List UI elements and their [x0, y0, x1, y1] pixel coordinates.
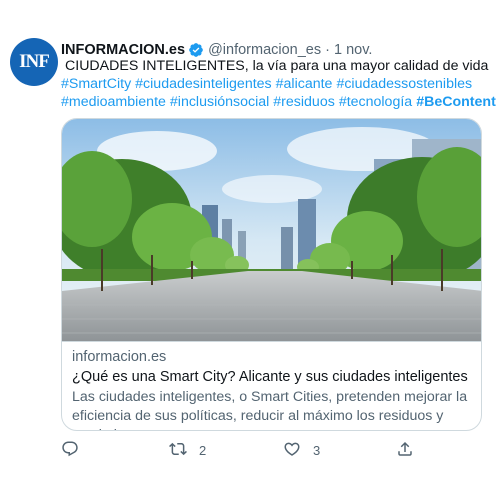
card-divider	[62, 341, 481, 342]
hashtag-link[interactable]: #medioambiente	[61, 93, 166, 111]
card-domain[interactable]: informacion.es	[72, 349, 166, 365]
card-image[interactable]	[62, 119, 481, 341]
hashtag-link[interactable]: #ciudadesinteligentes	[135, 75, 271, 93]
hashtag-line: #medioambiente #inclusiónsocial #residuos #…	[61, 93, 496, 111]
like-count: 3	[313, 442, 321, 458]
card-description[interactable]: Las ciudades inteligentes, o Smart Citie…	[72, 388, 476, 430]
card-title[interactable]: ¿Qué es una Smart City? Alicante y sus c…	[72, 369, 468, 385]
hashtag-link[interactable]: #residuos	[273, 93, 335, 111]
share-button[interactable]	[396, 438, 414, 462]
hashtag-link[interactable]: #alicante	[276, 75, 333, 93]
user-handle[interactable]: @informacion_es	[208, 42, 321, 58]
hashtag-link[interactable]: #tecnología	[339, 93, 412, 111]
tweet-text: CIUDADES INTELIGENTES, la vía para una m…	[61, 57, 496, 111]
tweet[interactable]: INF INFORMACION.es @informacion_es · 1 n…	[0, 0, 500, 500]
avatar[interactable]: INF	[10, 38, 58, 86]
reply-button[interactable]	[61, 438, 91, 462]
separator-dot: ·	[325, 42, 330, 58]
tweet-headline: CIUDADES INTELIGENTES, la vía para una m…	[65, 58, 489, 74]
hashtag-link[interactable]: #BeContent	[416, 93, 496, 111]
retweet-button[interactable]: 2	[169, 438, 206, 462]
avatar-logo-text: INF	[19, 51, 50, 72]
like-button[interactable]: 3	[283, 438, 320, 462]
like-icon	[283, 440, 301, 461]
hashtag-link[interactable]: #inclusiónsocial	[170, 93, 269, 111]
retweet-count: 2	[199, 442, 207, 458]
tweet-date[interactable]: 1 nov.	[334, 42, 372, 58]
share-icon	[396, 440, 414, 461]
display-name[interactable]: INFORMACION.es	[61, 42, 185, 58]
reply-icon	[61, 440, 79, 461]
hashtag-link[interactable]: #ciudadessostenibles	[336, 75, 472, 93]
tweet-text-line: CIUDADES INTELIGENTES, la vía para una m…	[61, 57, 491, 75]
link-preview-card[interactable]: informacion.es ¿Qué es una Smart City? A…	[61, 118, 482, 431]
tweet-actions: 2 3	[61, 438, 482, 462]
verified-badge-icon	[188, 42, 204, 58]
retweet-icon	[169, 440, 187, 461]
hashtag-link[interactable]: #SmartCity	[61, 75, 131, 93]
hashtag-line: #SmartCity #ciudadesinteligentes #alicante…	[61, 75, 491, 93]
